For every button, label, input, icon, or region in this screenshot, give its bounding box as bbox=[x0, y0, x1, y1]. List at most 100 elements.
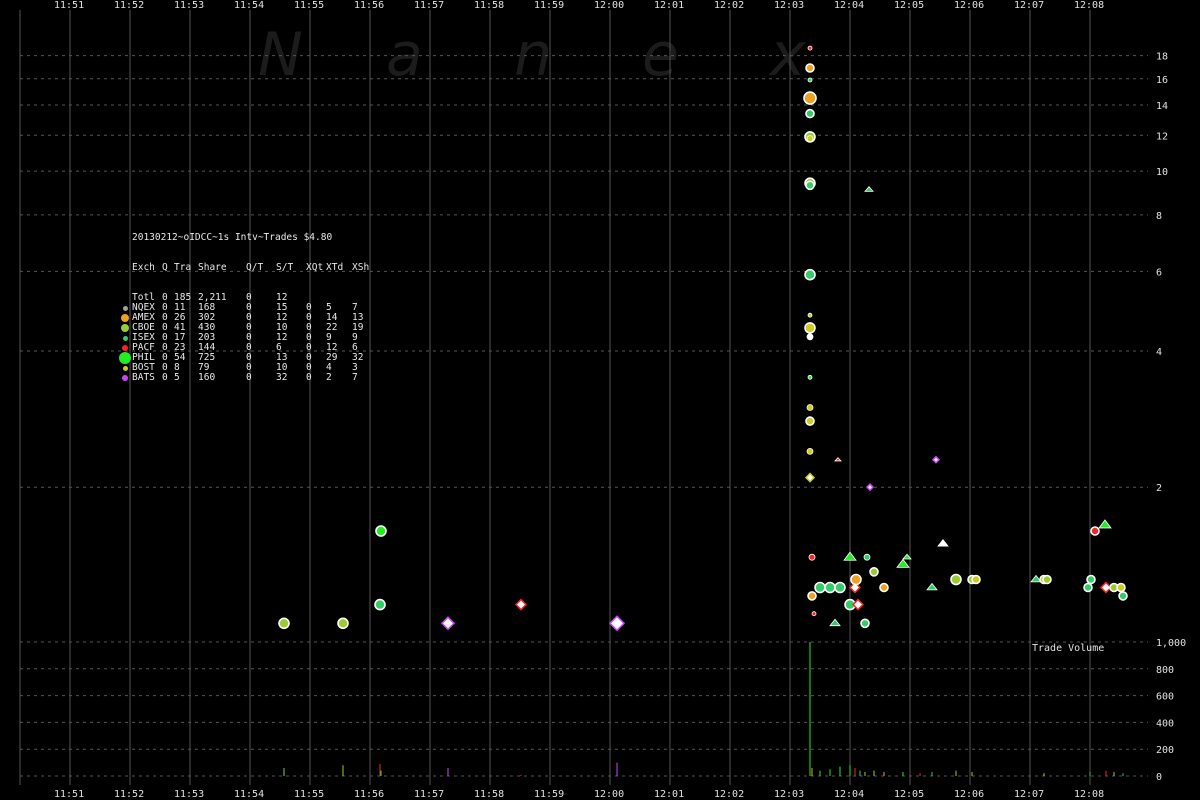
exchange-legend-dot bbox=[121, 314, 129, 322]
x-tick-label: 11:52 bbox=[114, 0, 144, 11]
price-tick-label: 6 bbox=[1156, 267, 1162, 278]
x-tick-label: 11:51 bbox=[54, 0, 84, 11]
price-tick-labels: 2 4 6 8 10 12 14 16 18 bbox=[1156, 52, 1168, 495]
volume-tick-label: 0 bbox=[1156, 772, 1162, 783]
stats-row: NQEX 0 11 168 0 15 0 5 7 bbox=[118, 303, 358, 313]
stats-header-cell: Exch bbox=[132, 262, 155, 273]
trade-marker-circle bbox=[803, 91, 817, 105]
volume-tick-label: 200 bbox=[1156, 745, 1174, 756]
trade-marker-triangle bbox=[926, 582, 938, 591]
trade-marker-diamond bbox=[608, 615, 626, 632]
stats-row: ISEX 0 17 203 0 12 0 9 9 bbox=[118, 333, 358, 343]
stats-header-cell: XTd bbox=[326, 262, 344, 273]
trade-marker-circle bbox=[879, 582, 889, 593]
x-tick-label: 12:00 bbox=[594, 0, 624, 11]
trade-marker-triangle bbox=[864, 185, 874, 192]
trade-marker-circle bbox=[807, 45, 813, 51]
trade-markers bbox=[278, 45, 1128, 632]
stats-row: AMEX 0 26 302 0 12 0 14 13 bbox=[118, 313, 363, 323]
x-tick-label: 11:51 bbox=[54, 789, 84, 800]
x-tick-label: 12:05 bbox=[894, 0, 924, 11]
stats-header-cell: XQt bbox=[306, 262, 324, 273]
trade-marker-circle bbox=[1116, 582, 1126, 593]
volume-tick-label: 400 bbox=[1156, 718, 1174, 729]
x-tick-label: 12:00 bbox=[594, 789, 624, 800]
stats-cell: 160 bbox=[198, 372, 216, 383]
x-tick-labels-bottom: 11:51 11:52 11:53 11:54 11:55 11:56 11:57 11:58… bbox=[54, 789, 1104, 800]
x-tick-label: 12:06 bbox=[954, 0, 984, 11]
x-tick-label: 11:57 bbox=[414, 0, 444, 11]
trade-marker-circle bbox=[804, 268, 816, 281]
volume-tick-label: 1,000 bbox=[1156, 638, 1186, 649]
x-tick-label: 12:07 bbox=[1014, 789, 1044, 800]
trade-marker-circle bbox=[814, 581, 826, 594]
chart-canvas: Nanex 11:51 11:52 11:53 11:54 11:55 11:56 11:5… bbox=[19, 0, 1186, 800]
stats-table: 20130212~oIDCC~1s Intv~Trades $4.80 Exch… bbox=[118, 213, 369, 393]
trade-marker-circle bbox=[950, 573, 962, 586]
stats-row: BATS 0 5 160 0 32 0 2 7 bbox=[118, 373, 358, 383]
x-tick-label: 12:05 bbox=[894, 789, 924, 800]
stats-header-cell: S/T bbox=[276, 262, 294, 273]
x-tick-label: 12:03 bbox=[774, 0, 804, 11]
grid bbox=[19, 10, 1148, 785]
exchange-legend-dot bbox=[122, 365, 128, 371]
stats-header-cell: Q bbox=[162, 262, 168, 273]
watermark-letter: e bbox=[642, 20, 679, 90]
stats-title-text: 20130212~oIDCC~1s Intv~Trades $4.80 bbox=[132, 232, 333, 243]
stats-rows: Totl 0 185 2,211 0 12 NQEX 0 11 168 0 15 0 5 7 AMEX 0 26 3… bbox=[118, 293, 363, 383]
watermark-letter: a bbox=[386, 20, 423, 90]
x-tick-label: 11:59 bbox=[534, 0, 564, 11]
x-tick-label: 11:56 bbox=[354, 789, 384, 800]
trade-marker-circle bbox=[805, 108, 815, 119]
x-tick-label: 11:53 bbox=[174, 789, 204, 800]
price-tick-label: 8 bbox=[1156, 211, 1162, 222]
stats-header-cell: Share bbox=[198, 262, 227, 273]
x-tick-label: 11:53 bbox=[174, 0, 204, 11]
x-tick-labels-top: 11:51 11:52 11:53 11:54 11:55 11:56 11:57 11:58… bbox=[54, 0, 1104, 11]
stats-cell: 0 bbox=[246, 372, 252, 383]
x-tick-label: 11:58 bbox=[474, 0, 504, 11]
stats-header-cell: XSh bbox=[352, 262, 370, 273]
trade-marker-circle bbox=[806, 333, 814, 341]
x-tick-label: 11:52 bbox=[114, 789, 144, 800]
stats-header-cell: Q/T bbox=[246, 262, 264, 273]
trade-marker-circle bbox=[278, 617, 290, 630]
exchange-legend-dot bbox=[122, 335, 128, 341]
stats-row: Totl 0 185 2,211 0 12 bbox=[118, 293, 287, 303]
trade-marker-circle bbox=[824, 581, 836, 594]
stats-cell: 2 bbox=[326, 372, 332, 383]
trade-marker-circle bbox=[806, 447, 814, 455]
stats-header-cell: Tra bbox=[174, 262, 192, 273]
trade-marker-triangle bbox=[896, 558, 910, 568]
x-tick-label: 12:03 bbox=[774, 789, 804, 800]
trade-marker-circle bbox=[971, 574, 981, 585]
stats-cell: 7 bbox=[352, 372, 358, 383]
exchange-legend-dot bbox=[121, 324, 129, 332]
stats-cell: 0 bbox=[306, 372, 312, 383]
x-tick-label: 11:54 bbox=[234, 0, 264, 11]
trade-marker-circle bbox=[807, 591, 817, 601]
price-tick-label: 4 bbox=[1156, 347, 1162, 358]
stats-cell: BATS bbox=[132, 372, 155, 383]
x-tick-label: 12:08 bbox=[1074, 789, 1104, 800]
price-tick-label: 18 bbox=[1156, 52, 1168, 63]
x-tick-label: 11:56 bbox=[354, 0, 384, 11]
trade-marker-diamond bbox=[865, 483, 875, 492]
trade-marker-circle bbox=[337, 617, 349, 630]
trade-marker-circle bbox=[804, 322, 816, 334]
trade-marker-circle bbox=[850, 573, 862, 586]
trade-marker-circle bbox=[1083, 582, 1093, 593]
stats-row: CBOE 0 41 430 0 10 0 22 19 bbox=[118, 323, 363, 333]
price-tick-label: 10 bbox=[1156, 167, 1168, 178]
trade-marker-circle bbox=[374, 598, 386, 611]
trade-marker-circle bbox=[805, 180, 815, 191]
exchange-legend-dot bbox=[122, 375, 128, 381]
x-tick-label: 12:02 bbox=[714, 789, 744, 800]
x-tick-label: 12:07 bbox=[1014, 0, 1044, 11]
trade-marker-circle bbox=[805, 416, 815, 426]
x-tick-label: 11:59 bbox=[534, 789, 564, 800]
volume-tick-label: 600 bbox=[1156, 692, 1174, 703]
trade-marker-circle bbox=[805, 63, 815, 73]
stats-row: PHIL 0 54 725 0 13 0 29 32 bbox=[118, 352, 363, 364]
trade-marker-circle bbox=[1118, 591, 1128, 601]
